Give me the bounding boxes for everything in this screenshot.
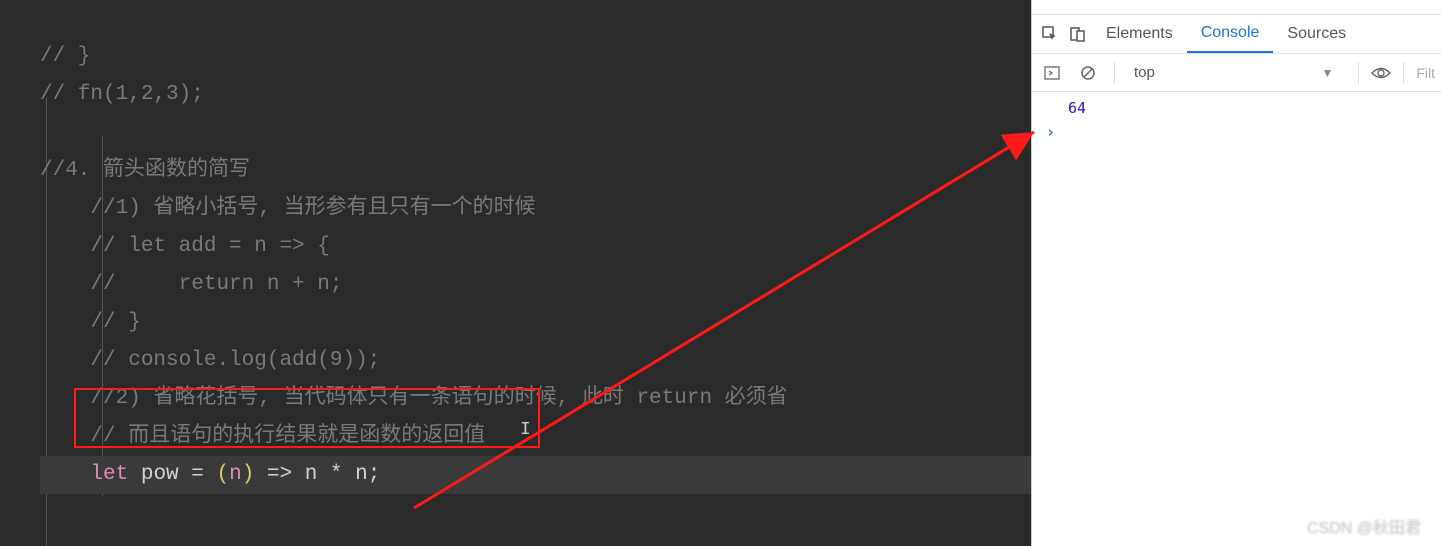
devtools-tabbar: Elements Console Sources [1032,14,1441,54]
prompt-chevron-icon: › [1046,123,1055,141]
code-line: // 而且语句的执行结果就是函数的返回值 [90,425,485,448]
console-prompt-row[interactable]: › [1032,120,1441,144]
tab-sources[interactable]: Sources [1273,15,1360,53]
identifier-n: n [355,463,368,486]
identifier-n: n [305,463,318,486]
code-line: //2) 省略花括号, 当代码体只有一条语句的时候, 此时 return 必须省 [90,387,787,410]
text-cursor-icon: I [520,420,531,440]
code-line: // } [90,311,140,334]
tab-console[interactable]: Console [1187,15,1274,53]
toolbar-separator [1114,62,1115,84]
toolbar-separator [1403,62,1404,84]
toolbar-separator [1358,62,1359,84]
active-code-line[interactable]: let pow = (n) => n * n; [40,456,1031,494]
inspect-element-icon[interactable] [1036,25,1064,43]
chevron-down-icon: ▼ [1321,66,1333,80]
code-area[interactable]: // } // fn(1,2,3); //4. 箭头函数的简写 //1) 省略小… [0,0,1031,546]
semicolon: ; [368,463,381,486]
tab-elements[interactable]: Elements [1092,15,1187,53]
console-output-value: 64 [1068,99,1086,117]
console-sidebar-toggle-icon[interactable] [1038,65,1066,81]
context-label: top [1134,64,1155,81]
code-line: // let add = n => { [90,235,329,258]
keyword-let: let [90,463,128,486]
code-line: // return n + n; [90,273,342,296]
code-line: // fn(1,2,3); [40,83,204,106]
device-toolbar-icon[interactable] [1064,25,1092,43]
paren-open: ( [216,463,229,486]
filter-input[interactable]: Filt [1416,65,1435,81]
code-line: // } [40,45,90,68]
live-expression-icon[interactable] [1371,66,1391,80]
console-log-row: 64 [1032,96,1441,120]
clear-console-icon[interactable] [1074,65,1102,81]
execution-context-selector[interactable]: top ▼ [1127,63,1346,82]
devtools-panel[interactable]: Elements Console Sources top ▼ Filt 64 › [1031,0,1441,546]
code-line: // console.log(add(9)); [90,349,380,372]
devtools-titlebar-spacer [1032,0,1441,14]
code-editor-pane[interactable]: // } // fn(1,2,3); //4. 箭头函数的简写 //1) 省略小… [0,0,1031,546]
console-output-area[interactable]: 64 › [1032,92,1441,148]
console-toolbar: top ▼ Filt [1032,54,1441,92]
op-arrow: => [254,463,304,486]
param-n: n [229,463,242,486]
paren-close: ) [242,463,255,486]
identifier-pow: pow [141,463,179,486]
op-eq: = [179,463,217,486]
code-line: //1) 省略小括号, 当形参有且只有一个的时候 [90,197,535,220]
code-line: //4. 箭头函数的简写 [40,159,250,182]
op-star: * [317,463,355,486]
